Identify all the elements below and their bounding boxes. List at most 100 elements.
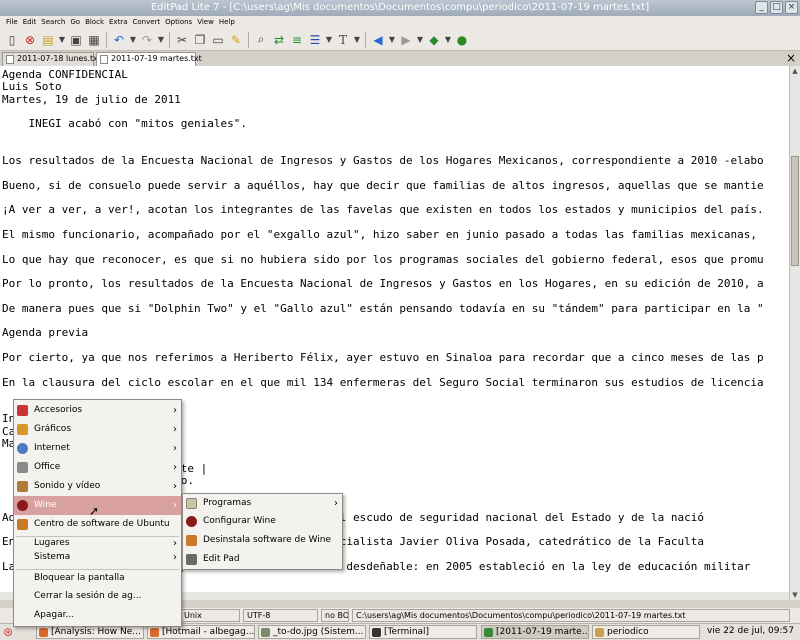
- save-icon[interactable]: ▣: [68, 32, 84, 48]
- window-titlebar[interactable]: EditPad Lite 7 - [C:\users\ag\Mis docume…: [0, 0, 800, 16]
- status-charset[interactable]: UTF-8: [243, 609, 318, 622]
- menu-item-label: Sonido y vídeo: [34, 481, 101, 491]
- wrap-dropdown-icon[interactable]: ▼: [325, 32, 333, 48]
- ubuntu-logo-icon[interactable]: ⊛: [3, 625, 13, 639]
- menu-item-configurar-wine[interactable]: Configurar Wine: [183, 512, 342, 531]
- open-dropdown-icon[interactable]: ▼: [58, 32, 66, 48]
- menu-edit[interactable]: Edit: [23, 16, 37, 29]
- menu-options[interactable]: Options: [165, 16, 192, 29]
- search-icon[interactable]: ⌕: [253, 32, 269, 48]
- sound-video-icon: [17, 481, 28, 492]
- paste-icon[interactable]: ▭: [210, 32, 226, 48]
- open-icon[interactable]: ▤: [40, 32, 56, 48]
- menu-file[interactable]: File: [6, 16, 18, 29]
- toolbar-separator: [106, 31, 107, 48]
- web-icon[interactable]: ●: [454, 32, 470, 48]
- editor-line[interactable]: De manera pues que si "Dolphin Two" y el…: [2, 302, 764, 315]
- menu-search[interactable]: Search: [41, 16, 65, 29]
- menu-item-sistema[interactable]: Sistema ›: [14, 548, 181, 567]
- close-tab-icon[interactable]: ×: [786, 51, 796, 66]
- menu-item-accesorios[interactable]: Accesorios ›: [14, 401, 181, 420]
- menubar: File Edit Search Go Block Extra Convert …: [0, 16, 800, 29]
- editor-line[interactable]: Lo que hay que reconocer, es que si no h…: [2, 253, 764, 266]
- tab-2011-07-19[interactable]: 2011-07-19 martes.txt: [96, 52, 202, 66]
- maximize-button[interactable]: □: [770, 1, 783, 14]
- menu-convert[interactable]: Convert: [132, 16, 160, 29]
- mouse-pointer-icon: ➚: [89, 504, 100, 518]
- back-dropdown-icon[interactable]: ▼: [388, 32, 396, 48]
- editor-line[interactable]: ¡A ver a ver, a ver!, acotan los integra…: [2, 203, 764, 216]
- window-title: EditPad Lite 7 - [C:\users\ag\Mis docume…: [150, 2, 650, 13]
- tab-2011-07-18[interactable]: 2011-07-18 lunes.txt: [2, 52, 101, 66]
- forward-dropdown-icon[interactable]: ▼: [416, 32, 424, 48]
- editor-line[interactable]: Por cierto, ya que nos referimos a Herib…: [2, 351, 764, 364]
- menu-view[interactable]: View: [197, 16, 214, 29]
- undo-dropdown-icon[interactable]: ▼: [129, 32, 137, 48]
- redo-icon[interactable]: ↷: [139, 32, 155, 48]
- cut-icon[interactable]: ✂: [174, 32, 190, 48]
- task-label: _to-do.jpg (Sistem...: [273, 627, 364, 637]
- editor-line[interactable]: Martes, 19 de julio de 2011: [2, 93, 181, 106]
- editor-line[interactable]: Luis Soto: [2, 80, 62, 93]
- task-label: [Terminal]: [384, 627, 430, 637]
- internet-icon: [17, 443, 28, 454]
- window-controls: _ □ ×: [755, 1, 798, 14]
- scroll-down-icon[interactable]: ▼: [790, 590, 800, 600]
- status-bom[interactable]: no BOM: [321, 609, 349, 622]
- menu-item-desinstala-wine[interactable]: Desinstala software de Wine: [183, 531, 342, 550]
- font-dropdown-icon[interactable]: ▼: [353, 32, 361, 48]
- forward-icon[interactable]: ▶: [398, 32, 414, 48]
- editor-line[interactable]: El mismo funcionario, acompañado por el …: [2, 228, 764, 241]
- bookmark-dropdown-icon[interactable]: ▼: [444, 32, 452, 48]
- menu-item-edit-pad[interactable]: Edit Pad: [183, 550, 342, 569]
- close-file-icon[interactable]: ⊗: [22, 32, 38, 48]
- status-line-ending[interactable]: Unix: [180, 609, 240, 622]
- menu-item-logout[interactable]: Cerrar la sesión de ag...: [14, 587, 181, 606]
- font-icon[interactable]: T: [335, 32, 351, 48]
- task-item-editpad[interactable]: [2011-07-19 marte...: [481, 625, 589, 639]
- editor-line[interactable]: Agenda previa: [2, 326, 88, 339]
- clock[interactable]: vie 22 de jul, 09:57: [707, 626, 794, 636]
- redo-dropdown-icon[interactable]: ▼: [157, 32, 165, 48]
- vertical-scrollbar[interactable]: ▲ ▼: [789, 66, 800, 600]
- close-window-button[interactable]: ×: [785, 1, 798, 14]
- undo-icon[interactable]: ↶: [111, 32, 127, 48]
- editor-line[interactable]: Los resultados de la Encuesta Nacional d…: [2, 154, 764, 167]
- task-item-periodico[interactable]: periodico: [592, 625, 700, 639]
- clipboard-icon[interactable]: ✎: [228, 32, 244, 48]
- editor-line[interactable]: Por lo pronto, los resultados de la Encu…: [2, 277, 764, 290]
- block-icon[interactable]: ≡: [289, 32, 305, 48]
- task-item-analysis[interactable]: [Analysis: How Ne...: [36, 625, 144, 639]
- menu-item-office[interactable]: Office ›: [14, 458, 181, 477]
- bookmark-icon[interactable]: ◆: [426, 32, 442, 48]
- new-file-icon[interactable]: ▯: [4, 32, 20, 48]
- menu-item-programas[interactable]: Programas ›: [183, 494, 342, 513]
- editor-line[interactable]: En la clausura del ciclo escolar en el q…: [2, 376, 764, 389]
- scroll-up-icon[interactable]: ▲: [790, 66, 800, 76]
- minimize-button[interactable]: _: [755, 1, 768, 14]
- back-icon[interactable]: ◀: [370, 32, 386, 48]
- editor-line[interactable]: INEGI acabó con "mitos geniales".: [2, 117, 247, 130]
- wrap-icon[interactable]: ☰: [307, 32, 323, 48]
- task-item-hotmail[interactable]: [Hotmail - albegag...: [147, 625, 255, 639]
- menu-extra[interactable]: Extra: [109, 16, 127, 29]
- task-item-terminal[interactable]: [Terminal]: [369, 625, 477, 639]
- menu-block[interactable]: Block: [85, 16, 104, 29]
- scrollbar-thumb[interactable]: [791, 156, 799, 266]
- task-item-image-viewer[interactable]: _to-do.jpg (Sistem...: [258, 625, 366, 639]
- print-icon[interactable]: ▦: [86, 32, 102, 48]
- menu-item-sonido-video[interactable]: Sonido y vídeo ›: [14, 477, 181, 496]
- menu-help[interactable]: Help: [219, 16, 235, 29]
- editor-line[interactable]: Bueno, si de consuelo puede servir a aqu…: [2, 179, 764, 192]
- menu-item-lock-screen[interactable]: Bloquear la pantalla: [14, 569, 181, 588]
- replace-icon[interactable]: ⇄: [271, 32, 287, 48]
- wine-submenu: Programas › Configurar Wine Desinstala s…: [182, 493, 343, 570]
- menu-go[interactable]: Go: [70, 16, 80, 29]
- editpad-icon: [484, 628, 493, 637]
- menu-item-shutdown[interactable]: Apagar...: [14, 606, 181, 625]
- copy-icon[interactable]: ❐: [192, 32, 208, 48]
- chevron-right-icon: ›: [173, 500, 177, 511]
- menu-item-internet[interactable]: Internet ›: [14, 439, 181, 458]
- menu-item-graficos[interactable]: Gráficos ›: [14, 420, 181, 439]
- editor-line[interactable]: Agenda CONFIDENCIAL: [2, 68, 128, 81]
